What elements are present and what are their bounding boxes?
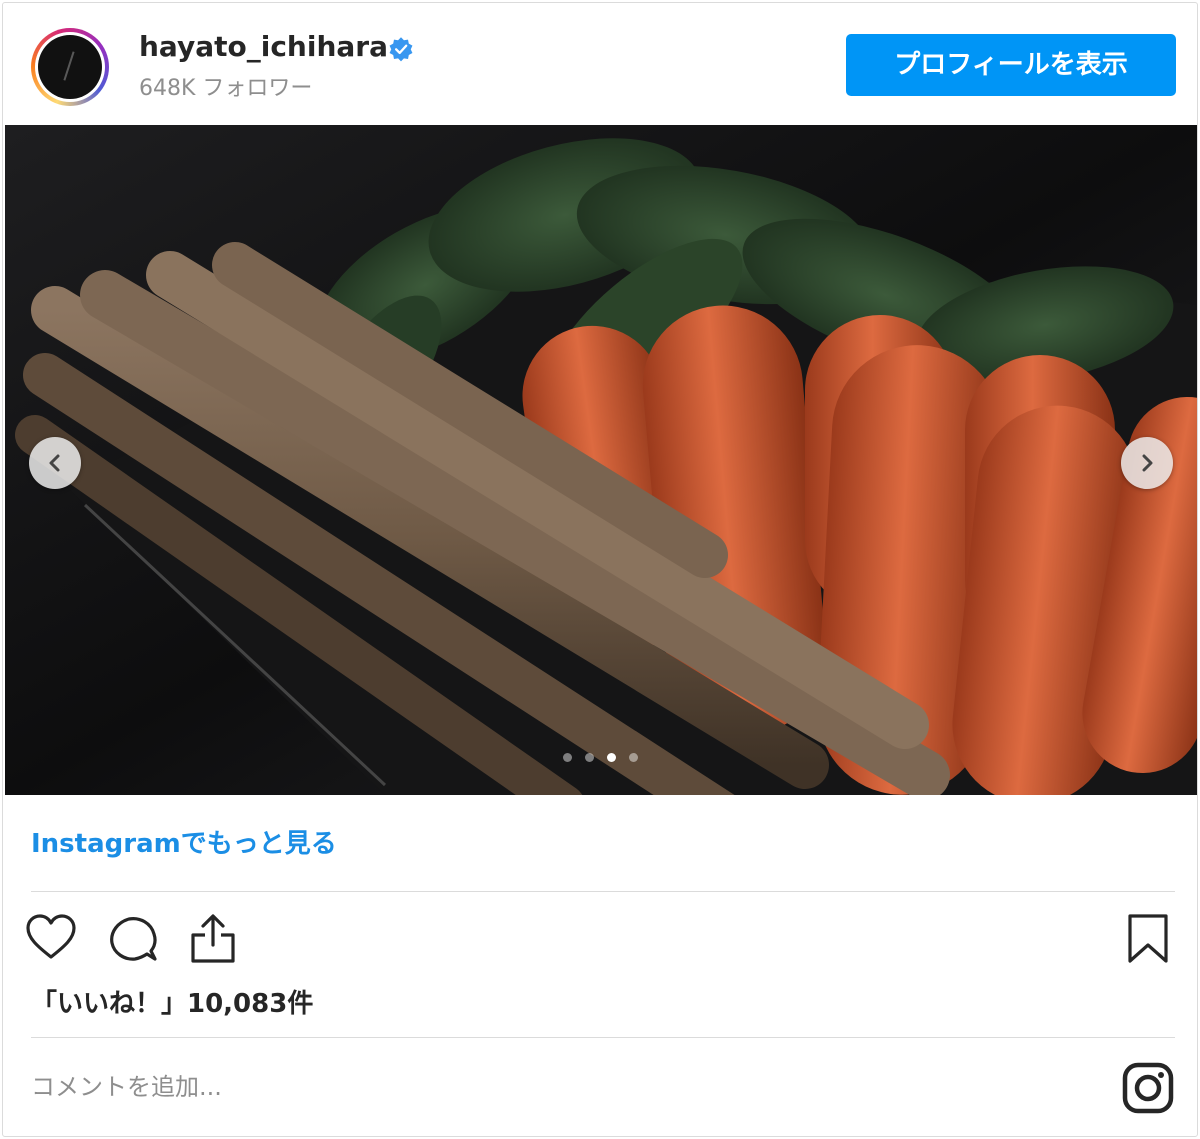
carousel-dot-active [607,753,616,762]
chevron-right-icon [1142,454,1153,472]
heart-icon[interactable] [25,913,77,961]
view-more-on-instagram-link[interactable]: Instagramでもっと見る [31,823,337,860]
carousel-prev-button[interactable] [29,437,81,489]
comment-input[interactable] [31,1065,1031,1109]
share-icon[interactable] [187,913,239,965]
bookmark-icon[interactable] [1127,913,1169,965]
carousel-dot [629,753,638,762]
instagram-icon[interactable] [1121,1061,1175,1115]
username[interactable]: hayato_ichihara [139,30,388,63]
instagram-embed-card: hayato_ichihara 648K フォロワー プロフィールを表示 Ins… [2,2,1198,1137]
comment-icon[interactable] [107,913,159,963]
carousel-dot [563,753,572,762]
divider [31,1037,1175,1038]
follower-count: 648K フォロワー [139,76,313,101]
verified-badge-icon [389,37,413,62]
view-profile-button[interactable]: プロフィールを表示 [846,34,1176,96]
carousel-next-button[interactable] [1121,437,1173,489]
chevron-left-icon [49,454,60,472]
divider [31,891,1175,892]
carousel-dot [585,753,594,762]
post-photo[interactable] [5,125,1197,795]
like-count[interactable]: 「いいね！」10,083件 [31,983,313,1020]
vegetables-image [5,125,1197,795]
avatar[interactable] [31,28,109,106]
